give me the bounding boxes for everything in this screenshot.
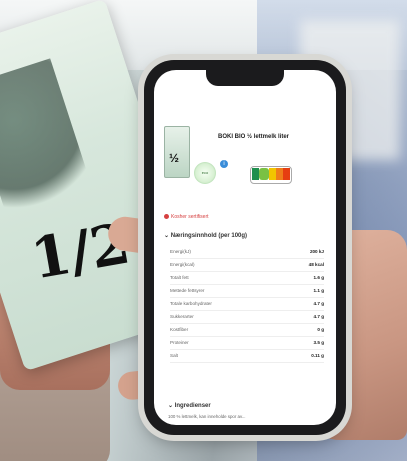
- ingredients-section-title[interactable]: ⌄ Ingredienser: [168, 402, 211, 409]
- nutrition-label: Energi(kcal): [170, 262, 195, 267]
- nutrition-label: Energi(kJ): [170, 249, 191, 254]
- ingredients-title-text: Ingredienser: [174, 403, 211, 409]
- smartphone: ½ BOKI BIO ½ lettmelk liter i eco Kosher…: [144, 60, 346, 435]
- carton-illustration: [0, 58, 100, 239]
- nutrition-row: Energi(kcal) 48 kcal: [170, 259, 324, 272]
- nutrition-row: Totalt fett 1.6 g: [170, 272, 324, 285]
- nutrition-value: 1.1 g: [313, 288, 324, 293]
- info-icon[interactable]: i: [220, 160, 228, 168]
- alert-text: Kosher sertifisert: [171, 214, 209, 220]
- nutrition-value: 4.7 g: [313, 314, 324, 319]
- nutrition-row: Kostfiber 0 g: [170, 324, 324, 337]
- nutrition-label: Totale karbohydrater: [170, 301, 212, 306]
- nutrition-label: Kostfiber: [170, 327, 189, 332]
- product-image: ½: [164, 126, 190, 178]
- nutrition-row: Sukkerarter 4.7 g: [170, 311, 324, 324]
- nutrition-row: Mettede fettsyrer 1.1 g: [170, 285, 324, 298]
- nutrition-value: 4.7 g: [313, 301, 324, 306]
- nutrition-value: 3.5 g: [313, 340, 324, 345]
- nutrition-section-title[interactable]: ⌄ Næringsinnhold (per 100g): [164, 232, 247, 239]
- alert-dot-icon: [164, 214, 169, 220]
- phone-notch: [206, 70, 284, 86]
- nutrition-value: 1.6 g: [313, 275, 324, 280]
- nutrition-value: 200 kJ: [309, 249, 324, 254]
- nutriscore-c: [269, 168, 276, 180]
- nutrition-value: 0 g: [317, 327, 324, 332]
- eco-label-icon: eco: [194, 162, 216, 184]
- nutriscore-d: [276, 168, 283, 180]
- nutrition-row: Energi(kJ) 200 kJ: [170, 246, 324, 259]
- product-header: ½ BOKI BIO ½ lettmelk liter i eco: [164, 126, 328, 186]
- nutriscore-a: [252, 168, 259, 180]
- nutrition-row: Salt 0.11 g: [170, 350, 324, 363]
- product-image-mark: ½: [169, 151, 180, 165]
- nutrition-label: Totalt fett: [170, 275, 189, 280]
- nutriscore-b: [259, 168, 269, 180]
- nutrition-table: Energi(kJ) 200 kJ Energi(kcal) 48 kcal Total…: [170, 246, 324, 363]
- nutrition-label: Salt: [170, 353, 178, 358]
- alert-line: Kosher sertifisert: [164, 214, 209, 220]
- ingredients-text: 100 % lettmelk, kan inneholde spor av...: [168, 414, 246, 419]
- nutrition-value: 0.11 g: [311, 353, 324, 358]
- nutrition-row: Totale karbohydrater 4.7 g: [170, 298, 324, 311]
- product-title: BOKI BIO ½ lettmelk liter: [218, 134, 290, 140]
- nutrition-label: Mettede fettsyrer: [170, 288, 205, 293]
- nutrition-title-text: Næringsinnhold (per 100g): [170, 233, 248, 239]
- photo-background: 1/2 ½ BOKI BIO ½ lettmelk liter i eco Ko…: [0, 0, 407, 461]
- phone-screen: ½ BOKI BIO ½ lettmelk liter i eco Kosher…: [154, 70, 336, 425]
- nutriscore-e: [283, 168, 290, 180]
- nutrition-value: 48 kcal: [308, 262, 324, 267]
- nutrition-label: Proteiner: [170, 340, 189, 345]
- nutriscore-badge: [250, 166, 292, 184]
- nutrition-label: Sukkerarter: [170, 314, 194, 319]
- nutrition-row: Proteiner 3.5 g: [170, 337, 324, 350]
